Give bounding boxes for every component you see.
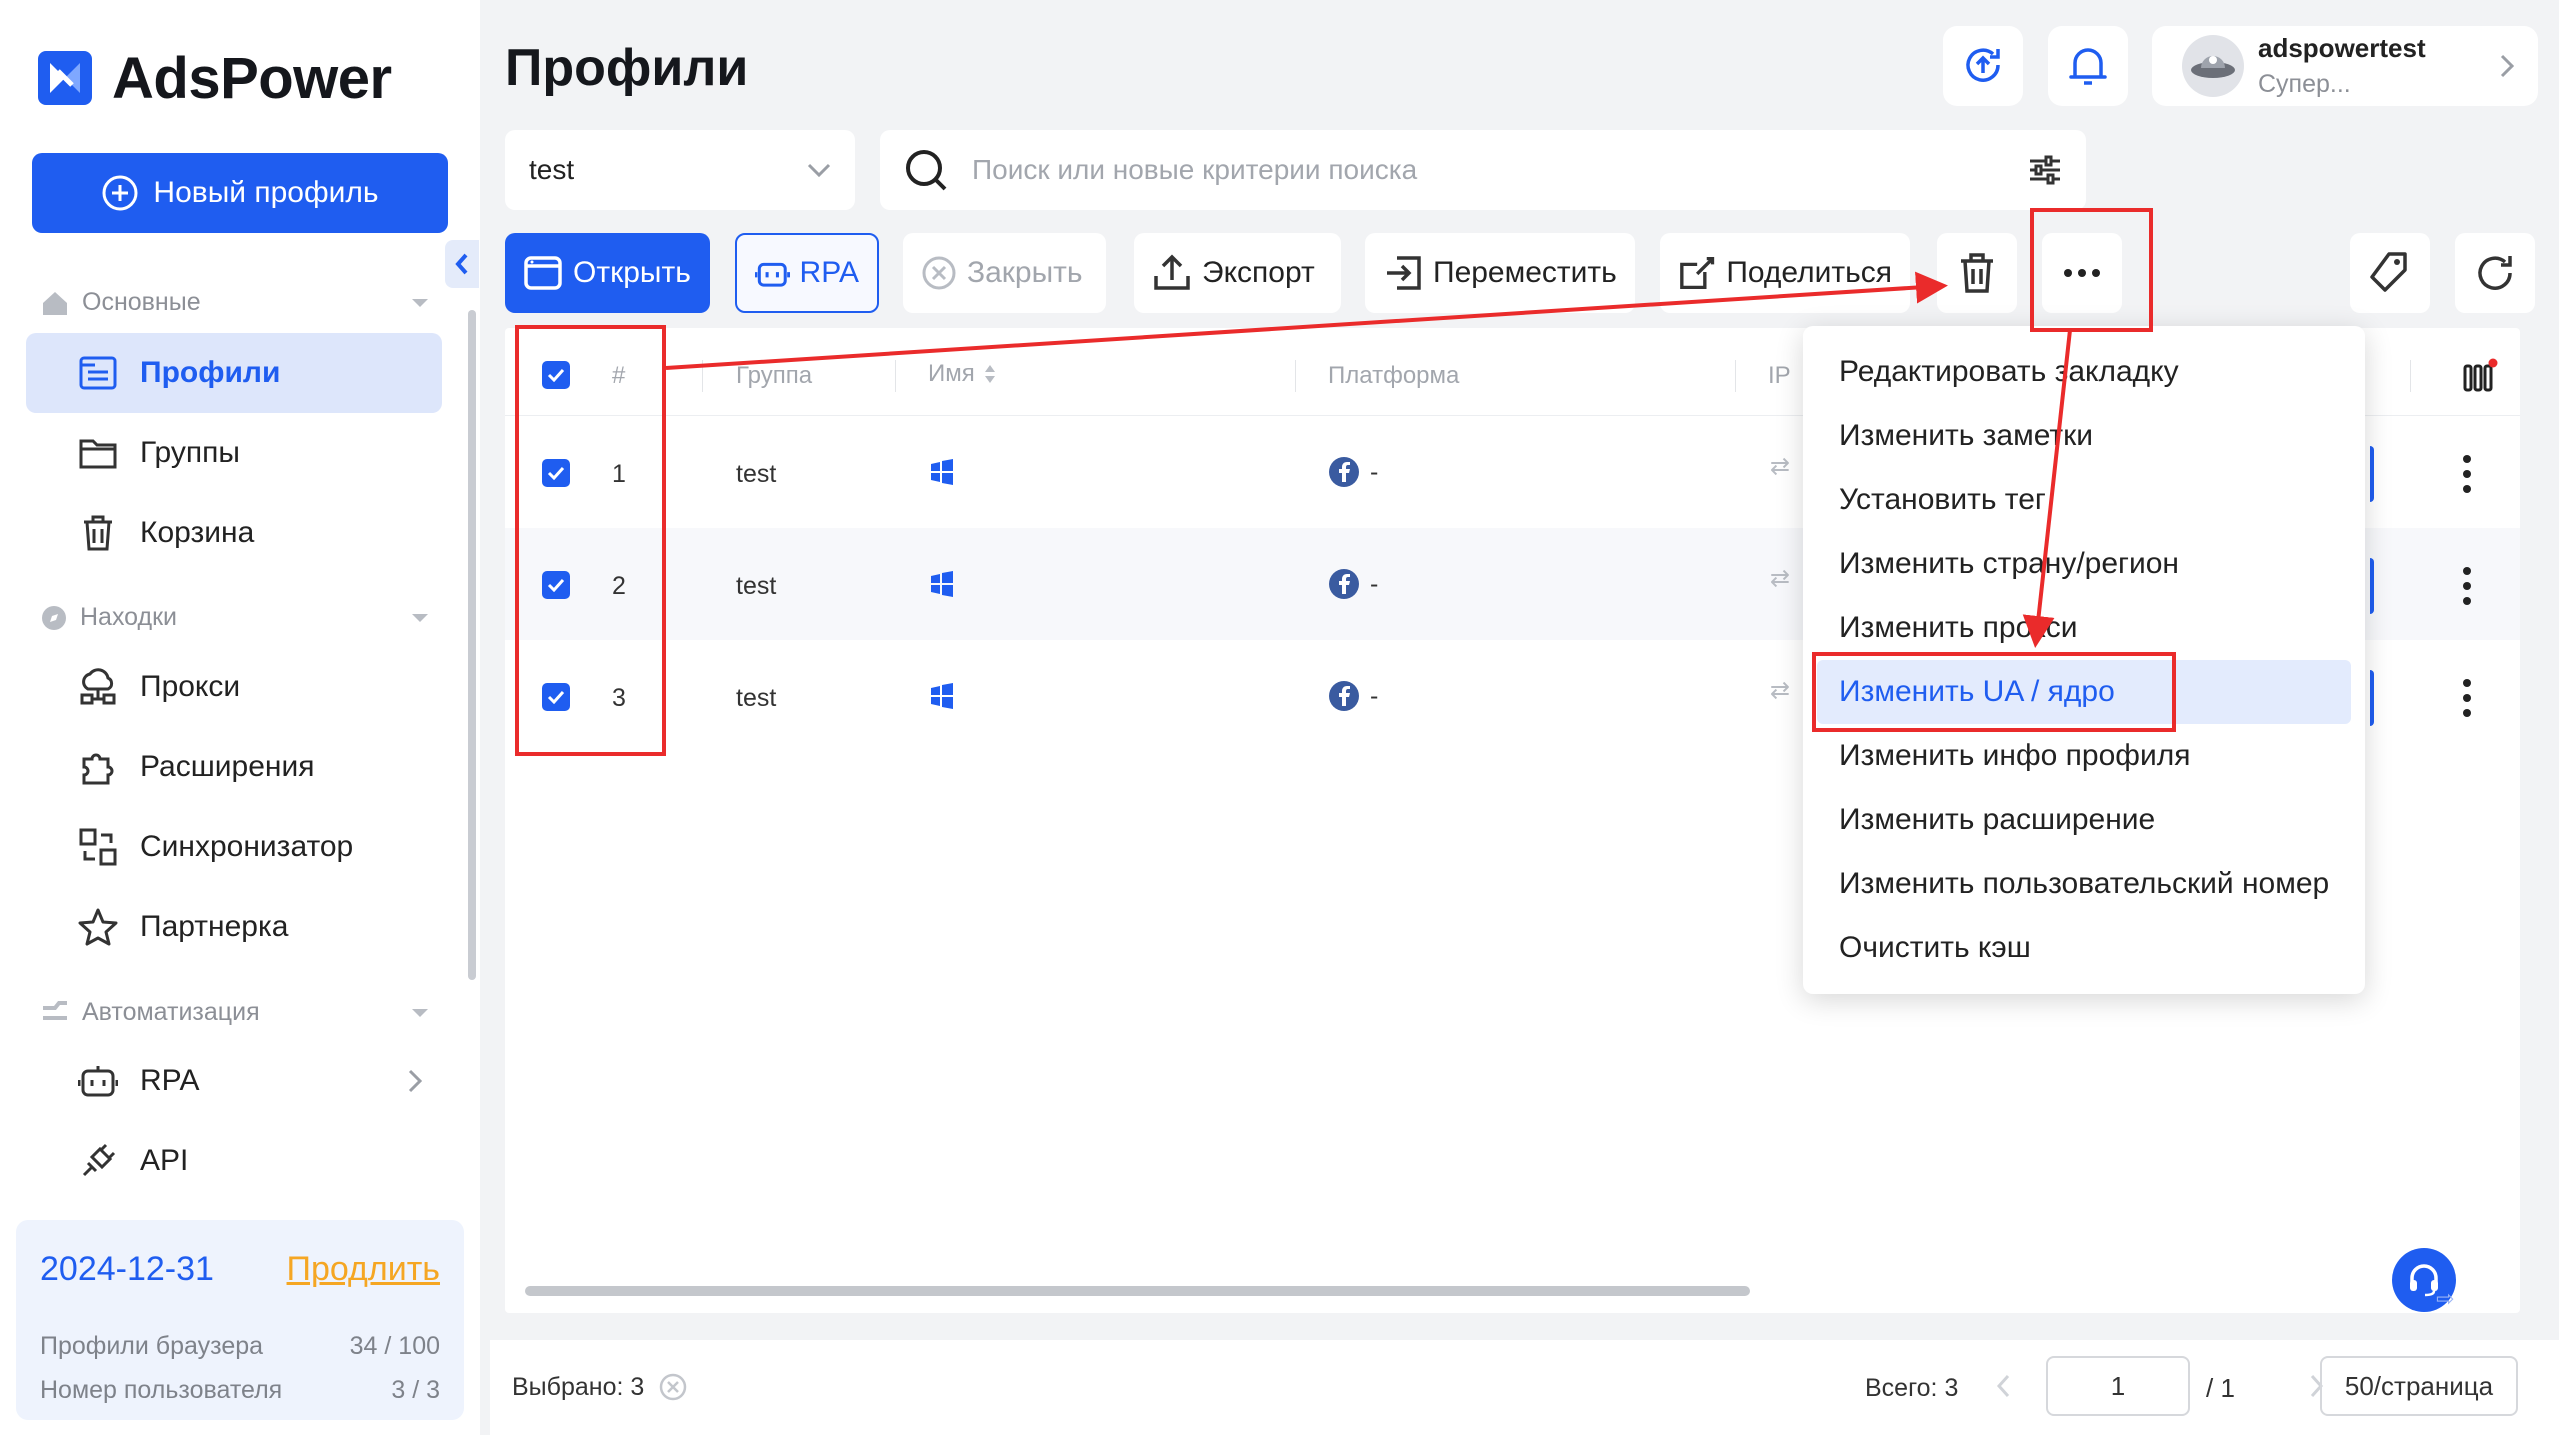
arrow-to-more-button [665, 271, 1948, 370]
arrow-to-ua-item [2022, 329, 2072, 648]
annotation-arrows [665, 271, 2072, 648]
